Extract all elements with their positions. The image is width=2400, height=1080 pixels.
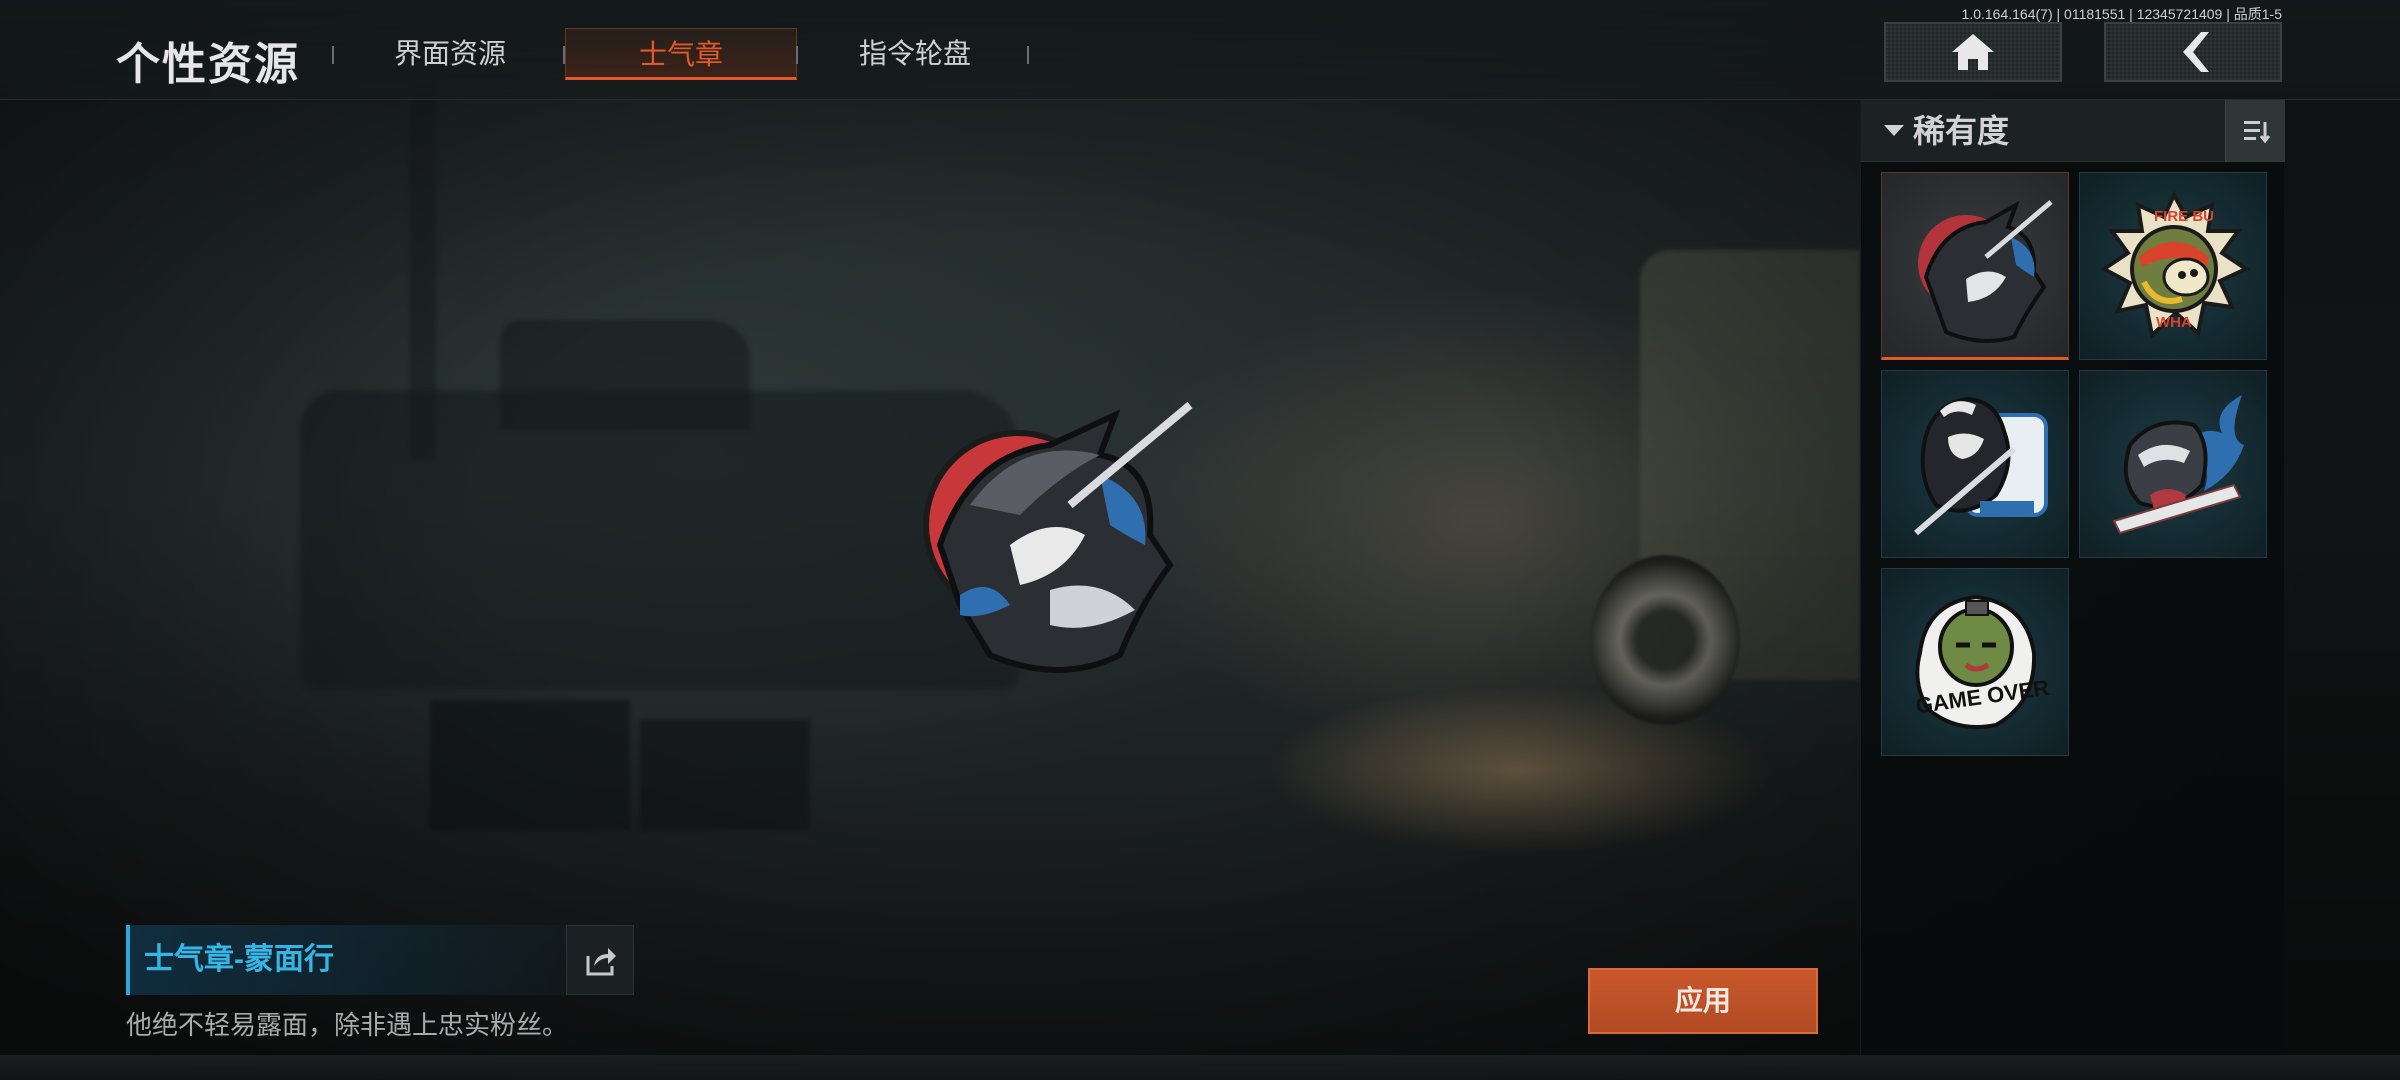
chevron-left-icon [2183,32,2209,72]
share-button[interactable] [566,925,634,995]
tab-divider [332,46,334,64]
blue-flame-warrior-emblem-icon [2112,395,2244,535]
chevron-down-icon [1884,125,1904,136]
emblem-name: 士气章-蒙面行 [144,943,334,976]
emblem-item[interactable] [2079,370,2267,558]
share-icon [586,948,616,976]
home-icon [1952,34,1994,70]
version-info: 1.0.164.164(7) | 01181551 | 12345721409 … [1961,6,2282,22]
emblem-item[interactable] [1881,370,2069,558]
emblem-item[interactable] [1881,172,2069,360]
masked-ronin-emblem-icon [1918,200,2053,343]
sort-button[interactable] [2225,100,2285,162]
fire-bunny-text: FIRE BU [2154,208,2214,225]
emblem-description: 他绝不轻易露面，除非遇上忠实粉丝。 [126,1010,569,1040]
page-title: 个性资源 [116,40,300,89]
top-bar: 个性资源 界面资源 士气章 指令轮盘 1.0.164.164(7) | 0118… [0,0,2400,100]
rarity-filter[interactable]: 稀有度 [1861,100,2285,162]
bottom-edge [0,1055,2400,1080]
fire-bunny-emblem-icon: FIRE BU WHA [2100,190,2251,339]
hooded-swordsman-emblem-icon [1914,396,2048,536]
fire-bunny-text: WHA [2156,314,2192,331]
tab-ui-resources[interactable]: 界面资源 [360,28,540,80]
sort-icon [2244,121,2271,144]
tab-divider [796,46,798,64]
emblem-item[interactable]: FIRE BU WHA [2079,172,2267,360]
emblem-preview-image [923,401,1193,673]
home-button[interactable] [1884,22,2062,82]
tab-command-wheel[interactable]: 指令轮盘 [820,28,1010,80]
emblem-name-bar: 士气章-蒙面行 [126,925,566,995]
rarity-filter-label: 稀有度 [1913,113,2010,149]
apply-button[interactable]: 应用 [1588,968,1818,1034]
game-over-grenade-emblem-icon: GAME OVER [1914,594,2051,729]
back-button[interactable] [2104,22,2282,82]
emblem-item[interactable]: GAME OVER [1881,568,2069,756]
tab-divider [1027,46,1029,64]
tab-morale-badge[interactable]: 士气章 [565,28,797,80]
emblem-list-panel: 稀有度 FIRE BU WHA GAME OVER [1860,100,2285,1055]
